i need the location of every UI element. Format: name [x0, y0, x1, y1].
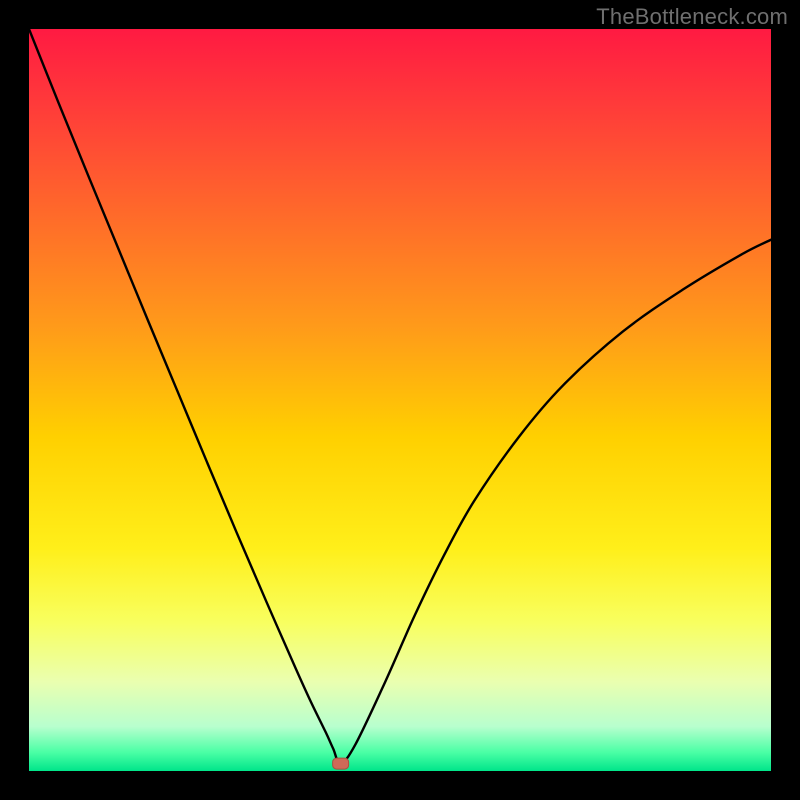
bottleneck-chart	[29, 29, 771, 771]
watermark-text: TheBottleneck.com	[596, 4, 788, 30]
chart-frame: TheBottleneck.com	[0, 0, 800, 800]
min-marker	[333, 758, 349, 769]
gradient-background	[29, 29, 771, 771]
plot-area	[29, 29, 771, 771]
